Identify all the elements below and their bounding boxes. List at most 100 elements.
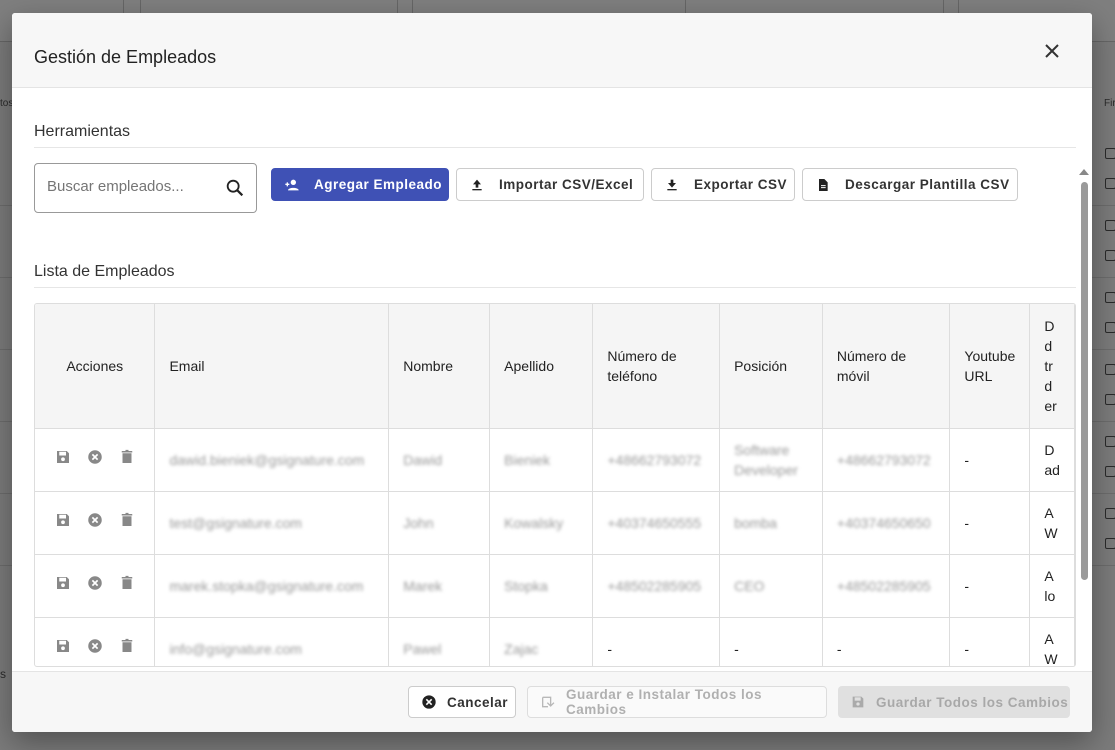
cell-phone[interactable]: +40374650555 xyxy=(592,491,721,555)
cell-email[interactable]: test@gsignature.com xyxy=(154,491,390,555)
search-input[interactable] xyxy=(47,178,217,195)
row-actions xyxy=(35,491,156,555)
table-row[interactable]: info@gsignature.com Pawel Zajac - - - - A W xyxy=(35,617,1075,667)
cell-last-name[interactable]: Stopka xyxy=(489,554,594,618)
column-header-last-name[interactable]: Apellido xyxy=(489,304,594,429)
column-header-email[interactable]: Email xyxy=(154,304,390,429)
cell-truncated-line: A xyxy=(1044,630,1054,647)
person-add-icon xyxy=(285,179,299,190)
row-actions xyxy=(35,617,156,666)
save-row-button[interactable] xyxy=(54,448,72,471)
cell-first-name[interactable]: Dawid xyxy=(388,428,491,492)
table-row[interactable]: dawid.bieniek@gsignature.com Dawid Bieniek… xyxy=(35,428,1075,492)
cell-first-name[interactable]: Marek xyxy=(388,554,491,618)
add-employee-button[interactable]: Agregar Empleado xyxy=(271,168,449,201)
employees-table-container[interactable]: Acciones Email Nombre Apellido Número de… xyxy=(34,303,1076,667)
column-header-label: d xyxy=(1044,337,1053,354)
cancel-button[interactable]: Cancelar xyxy=(408,686,516,718)
column-header-phone[interactable]: Número de teléfono xyxy=(592,304,721,429)
column-header-first-name[interactable]: Nombre xyxy=(388,304,491,429)
table-row[interactable]: marek.stopka@gsignature.com Marek Stopka +4… xyxy=(35,554,1075,618)
column-header-label: Posición xyxy=(734,357,788,374)
cell-youtube[interactable]: - xyxy=(949,554,1031,618)
scroll-up-arrow[interactable] xyxy=(1079,169,1089,175)
cancel-row-button[interactable] xyxy=(86,511,104,534)
column-header-mobile[interactable]: Número de móvil xyxy=(822,304,951,429)
search-field[interactable] xyxy=(34,163,257,213)
search-icon[interactable] xyxy=(224,177,246,199)
cancel-row-button[interactable] xyxy=(86,574,104,597)
delete-row-button[interactable] xyxy=(118,574,136,597)
save-install-all-button[interactable]: Guardar e Instalar Todos los Cambios xyxy=(527,686,827,718)
column-header-label: Nombre xyxy=(403,357,454,374)
divider xyxy=(34,287,1076,288)
cancel-label: Cancelar xyxy=(447,694,509,710)
column-header-label: Apellido xyxy=(504,357,554,374)
column-header-label: Número de xyxy=(607,347,677,364)
download-template-button[interactable]: Descargar Plantilla CSV xyxy=(802,168,1018,201)
cell-phone[interactable]: +48662793072 xyxy=(592,428,721,492)
vertical-scrollbar-thumb[interactable] xyxy=(1081,182,1088,580)
cancel-row-button[interactable] xyxy=(86,448,104,471)
cell-mobile[interactable]: +48662793072 xyxy=(822,428,951,492)
cell-position-line: - xyxy=(734,640,739,657)
save-icon xyxy=(56,451,69,463)
close-button[interactable] xyxy=(1040,39,1064,63)
cell-position[interactable]: CEO xyxy=(719,554,823,618)
column-header-label: móvil xyxy=(836,367,870,384)
cell-last-name[interactable]: Bieniek xyxy=(489,428,594,492)
column-header-actions: Acciones xyxy=(35,304,156,429)
cell-truncated[interactable]: Alo xyxy=(1029,554,1075,618)
delete-row-button[interactable] xyxy=(118,637,136,660)
cell-first-name[interactable]: Pawel xyxy=(388,617,491,666)
export-csv-button[interactable]: Exportar CSV xyxy=(651,168,795,201)
cell-email[interactable]: info@gsignature.com xyxy=(154,617,390,666)
dialog-title: Gestión de Empleados xyxy=(34,47,217,67)
column-header-label: D xyxy=(1044,317,1055,334)
delete-row-button[interactable] xyxy=(118,511,136,534)
cell-mobile[interactable]: +48502285905 xyxy=(822,554,951,618)
cell-last-name[interactable]: Kowalsky xyxy=(489,491,594,555)
cell-phone[interactable]: - xyxy=(592,617,721,666)
column-header-youtube[interactable]: Youtube URL xyxy=(949,304,1031,429)
table-row[interactable]: test@gsignature.com John Kowalsky +40374650… xyxy=(35,491,1075,555)
cancel-icon xyxy=(87,450,102,464)
cell-youtube[interactable]: - xyxy=(949,617,1031,666)
cell-youtube[interactable]: - xyxy=(949,491,1031,555)
cell-truncated-line: D xyxy=(1044,441,1055,458)
save-all-button[interactable]: Guardar Todos los Cambios xyxy=(838,686,1070,718)
cell-mobile[interactable]: +40374650650 xyxy=(822,491,951,555)
cell-first-name[interactable]: John xyxy=(388,491,491,555)
save-icon xyxy=(852,696,864,708)
cell-mobile[interactable]: - xyxy=(822,617,951,666)
employee-management-dialog: Gestión de Empleados Herramientas Agrega… xyxy=(12,13,1092,732)
cell-truncated[interactable]: Dad xyxy=(1029,428,1075,492)
save-row-button[interactable] xyxy=(54,574,72,597)
column-header-truncated[interactable]: Dd tr d er xyxy=(1029,304,1075,429)
cell-position[interactable]: Software Developer xyxy=(719,428,823,492)
trash-icon xyxy=(121,449,132,463)
save-row-button[interactable] xyxy=(54,511,72,534)
cell-last-name[interactable]: Zajac xyxy=(489,617,594,666)
cell-position[interactable]: - xyxy=(719,617,823,666)
cell-truncated-line: W xyxy=(1044,650,1058,667)
cell-truncated[interactable]: AW xyxy=(1029,617,1075,667)
column-header-label: d xyxy=(1044,377,1053,394)
import-csv-button[interactable]: Importar CSV/Excel xyxy=(456,168,644,201)
cell-phone[interactable]: +48502285905 xyxy=(592,554,721,618)
dialog-body[interactable]: Herramientas Agregar Empleado Importar C… xyxy=(12,89,1092,671)
cell-truncated[interactable]: AW xyxy=(1029,491,1075,555)
column-header-position[interactable]: Posición xyxy=(719,304,823,429)
cell-email[interactable]: marek.stopka@gsignature.com xyxy=(154,554,390,618)
cancel-row-button[interactable] xyxy=(86,637,104,660)
cell-email[interactable]: dawid.bieniek@gsignature.com xyxy=(154,428,390,492)
download-template-label: Descargar Plantilla CSV xyxy=(845,177,1010,192)
save-install-all-label: Guardar e Instalar Todos los Cambios xyxy=(565,687,762,717)
column-header-label: teléfono xyxy=(607,367,658,384)
trash-icon xyxy=(121,512,132,526)
delete-row-button[interactable] xyxy=(118,448,136,471)
cell-youtube[interactable]: - xyxy=(949,428,1031,492)
save-row-button[interactable] xyxy=(54,637,72,660)
cell-position[interactable]: bomba xyxy=(719,491,823,555)
trash-icon xyxy=(121,575,132,589)
